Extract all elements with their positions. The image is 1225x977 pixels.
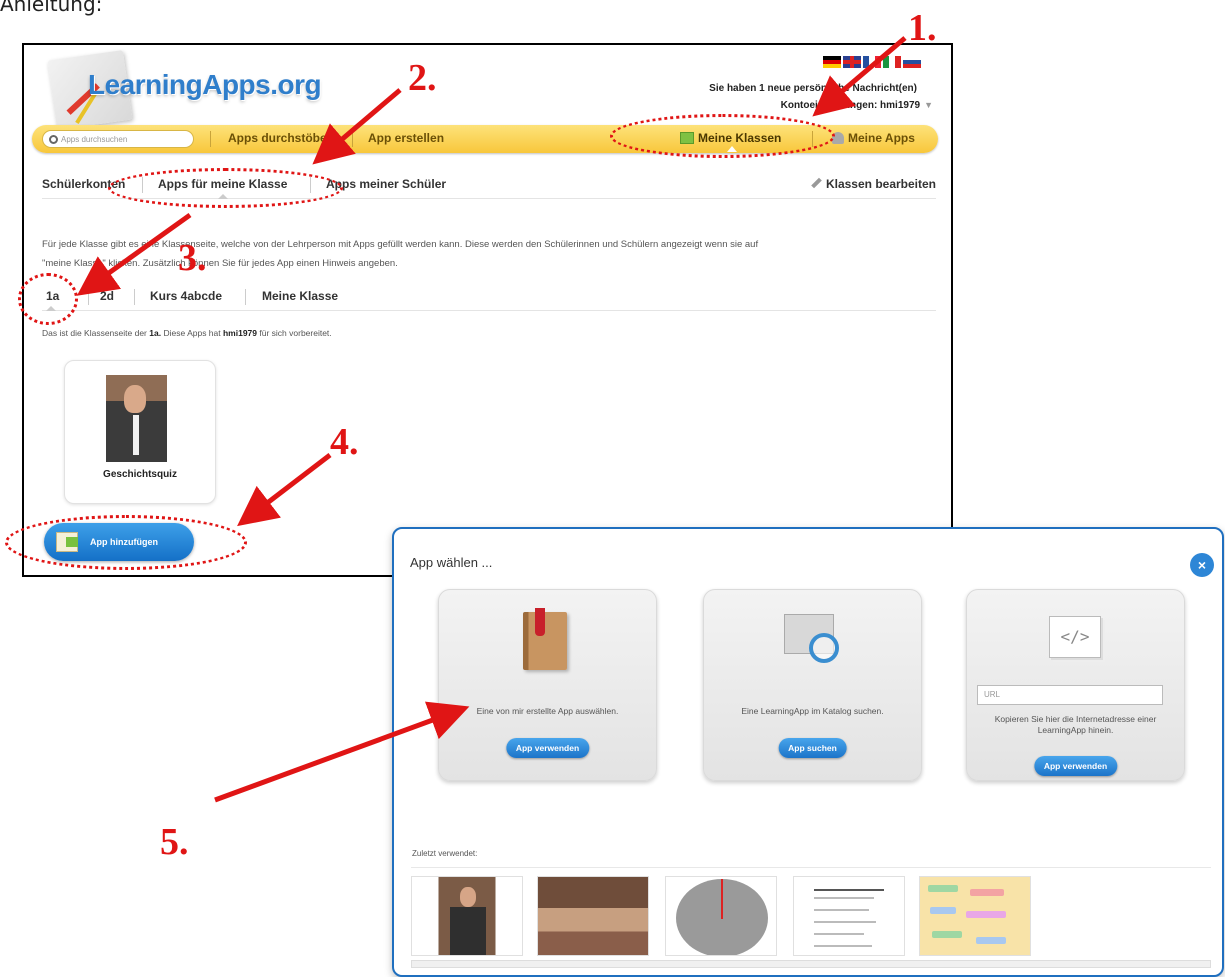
account-menu[interactable]: Kontoeinstellungen: hmi1979 ▼ (781, 100, 933, 111)
annotation-ring-apps-for-class (108, 168, 343, 208)
nav-divider (352, 131, 353, 147)
recent-apps-strip (411, 867, 1211, 957)
use-own-app-button[interactable]: App verwenden (505, 738, 590, 758)
option-url: </> URL Kopieren Sie hier die Internetad… (966, 589, 1185, 781)
russian-flag-icon[interactable] (903, 56, 921, 68)
logo-text: LearningApps.org (88, 69, 322, 100)
description-line-1: Für jede Klasse gibt es eine Klassenseit… (42, 239, 759, 250)
english-flag-icon[interactable] (843, 56, 861, 68)
option-own-app: Eine von mir erstellte App auswählen. Ap… (438, 589, 657, 781)
edit-classes-link[interactable]: Klassen bearbeiten (811, 177, 936, 191)
account-label: Kontoeinstellungen: hmi1979 (780, 100, 921, 111)
horizontal-scrollbar[interactable] (411, 960, 1211, 968)
annotation-2: 2. (408, 57, 437, 99)
search-app-button[interactable]: App suchen (778, 738, 847, 758)
class-tabs: 1a 2d Kurs 4abcde Meine Klasse (42, 289, 936, 311)
messages-link[interactable]: Sie haben 1 neue persönliche Nachricht(e… (709, 83, 917, 94)
close-icon[interactable]: × (1190, 553, 1214, 577)
recent-label: Zuletzt verwendet: (412, 849, 478, 858)
nav-browse-apps[interactable]: Apps durchstöbern (228, 131, 339, 145)
app-card-title: Geschichtsquiz (103, 469, 177, 480)
tab-divider (245, 289, 246, 305)
app-thumbnail (106, 375, 167, 462)
option-catalog: Eine LearningApp im Katalog suchen. App … (703, 589, 922, 781)
class-note-suffix: für sich vorbereitet. (257, 328, 332, 338)
language-flags (823, 56, 921, 68)
italian-flag-icon[interactable] (883, 56, 901, 68)
recent-app-thumbnail[interactable] (793, 876, 905, 956)
french-flag-icon[interactable] (863, 56, 881, 68)
url-input[interactable]: URL (977, 685, 1163, 705)
option-own-app-text: Eine von mir erstellte App auswählen. (476, 706, 619, 716)
annotation-ring-add-app (5, 515, 247, 570)
tab-divider (88, 289, 89, 305)
annotation-5: 5. (160, 821, 189, 863)
annotation-4: 4. (330, 421, 359, 463)
nav-divider (210, 131, 211, 147)
class-page-description: Für jede Klasse gibt es eine Klassenseit… (42, 235, 942, 273)
annotation-1: 1. (908, 7, 937, 49)
recent-app-thumbnail[interactable] (537, 876, 649, 956)
choose-app-dialog: App wählen ... × Eine von mir erstellte … (392, 527, 1224, 977)
code-icon: </> (1049, 616, 1101, 658)
tab-class-meine-klasse[interactable]: Meine Klasse (262, 289, 338, 303)
recent-app-thumbnail[interactable] (665, 876, 777, 956)
option-catalog-text: Eine LearningApp im Katalog suchen. (741, 706, 884, 716)
search-placeholder: Apps durchsuchen (61, 134, 128, 144)
nav-my-apps[interactable]: Meine Apps (832, 131, 915, 145)
site-logo[interactable]: LearningApps.org (46, 50, 346, 131)
nav-create-app[interactable]: App erstellen (368, 131, 444, 145)
tab-class-kurs-4abcde[interactable]: Kurs 4abcde (150, 289, 222, 303)
description-line-2: "meine Klasse" klicken. Zusätzlich könne… (42, 258, 398, 269)
nav-my-apps-label: Meine Apps (848, 131, 915, 145)
search-input[interactable]: Apps durchsuchen (42, 130, 194, 148)
app-card[interactable]: Geschichtsquiz (64, 360, 216, 504)
pencil-icon (811, 177, 822, 189)
class-note-middle: Diese Apps hat (161, 328, 223, 338)
recent-app-thumbnail[interactable] (919, 876, 1031, 956)
use-url-app-button[interactable]: App verwenden (1033, 756, 1118, 776)
chevron-down-icon: ▼ (924, 100, 933, 110)
search-icon (49, 134, 58, 144)
dialog-title: App wählen ... (410, 555, 493, 570)
catalog-search-icon (784, 614, 839, 663)
tab-class-2d[interactable]: 2d (100, 289, 114, 303)
tab-divider (134, 289, 135, 305)
annotation-3: 3. (178, 237, 207, 279)
class-note: Das ist die Klassenseite der 1a. Diese A… (42, 328, 332, 338)
heading-fragment: Anleitung: (0, 0, 103, 16)
tab-student-apps[interactable]: Apps meiner Schüler (326, 177, 446, 191)
book-icon (523, 608, 567, 670)
annotation-ring-my-classes (610, 114, 835, 158)
class-note-class: 1a. (149, 328, 162, 338)
german-flag-icon[interactable] (823, 56, 841, 68)
option-url-text: Kopieren Sie hier die Internetadresse ei… (994, 714, 1157, 735)
recent-app-thumbnail[interactable] (411, 876, 523, 956)
annotation-ring-class-1a (18, 273, 78, 325)
class-note-user: hmi1979 (222, 328, 258, 338)
edit-classes-label: Klassen bearbeiten (825, 177, 936, 191)
class-note-prefix: Das ist die Klassenseite der (42, 328, 150, 338)
